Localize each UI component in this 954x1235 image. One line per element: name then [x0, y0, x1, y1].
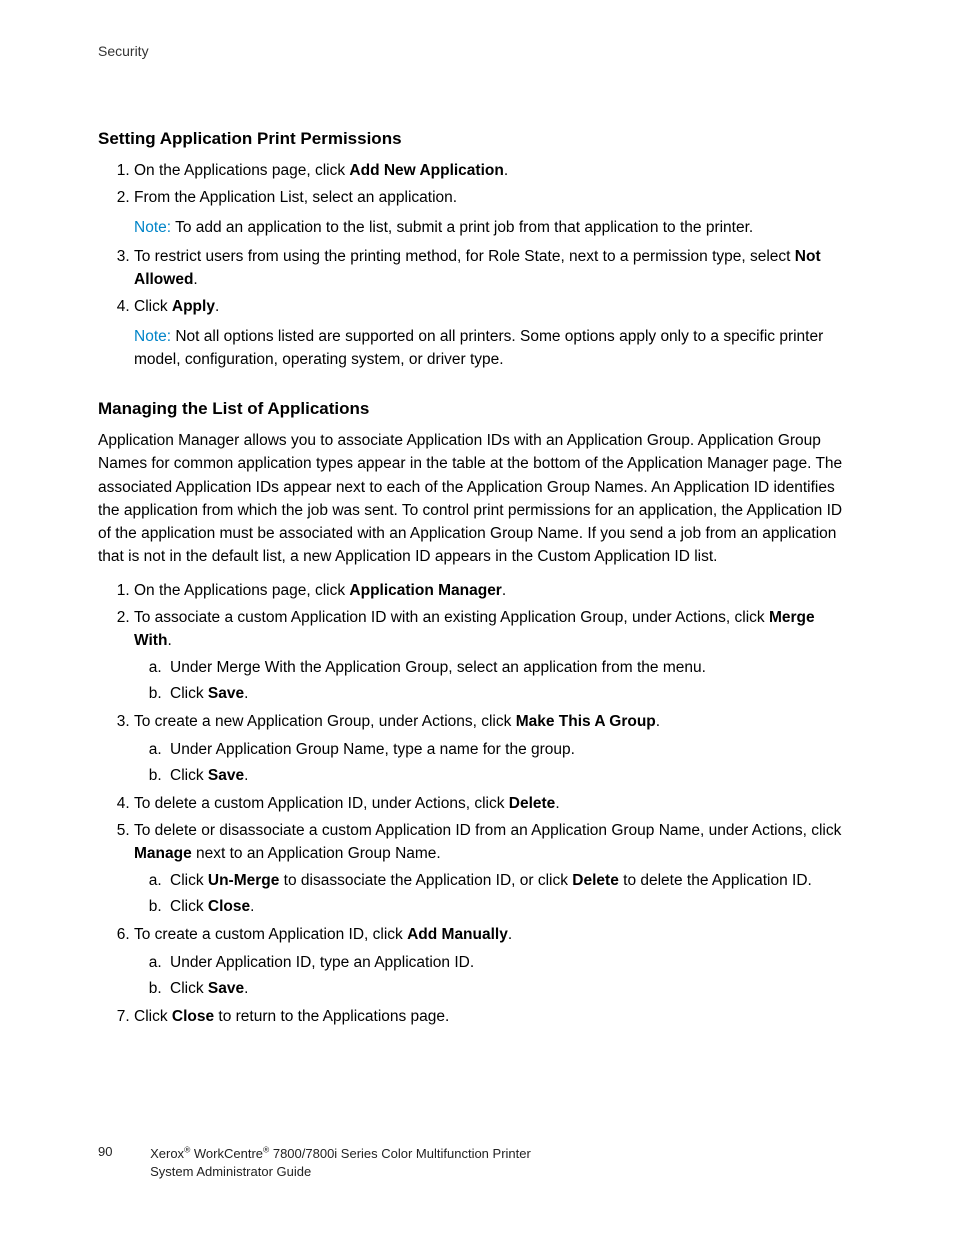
- bold-text: Un-Merge: [208, 872, 279, 889]
- note-text: Not all options listed are supported on …: [134, 328, 823, 368]
- text: To delete or disassociate a custom Appli…: [134, 822, 841, 839]
- note-label: Note:: [134, 328, 175, 345]
- bold-text: Save: [208, 980, 244, 997]
- text: To associate a custom Application ID wit…: [134, 609, 769, 626]
- sub-list: Under Application ID, type an Applicatio…: [134, 951, 856, 1001]
- text: .: [244, 767, 248, 784]
- footer-line2: System Administrator Guide: [150, 1164, 311, 1179]
- note-text: To add an application to the list, submi…: [175, 219, 753, 236]
- text: 7800/7800i Series Color Multifunction Pr…: [269, 1146, 531, 1161]
- note-block: Note: Not all options listed are support…: [134, 325, 856, 372]
- bold-text: Delete: [572, 872, 619, 889]
- text: Click: [170, 767, 208, 784]
- text: Under Merge With the Application Group, …: [170, 659, 706, 676]
- text: To delete a custom Application ID, under…: [134, 795, 509, 812]
- text: .: [504, 162, 508, 179]
- bold-text: Save: [208, 685, 244, 702]
- sub-list-item: Under Application ID, type an Applicatio…: [166, 951, 856, 975]
- sub-list-item: Click Save.: [166, 977, 856, 1001]
- bold-text: Close: [208, 898, 250, 915]
- text: .: [193, 271, 197, 288]
- bold-text: Add Manually: [407, 926, 508, 943]
- bold-text: Save: [208, 767, 244, 784]
- text: On the Applications page, click: [134, 582, 349, 599]
- bold-text: Application Manager: [349, 582, 501, 599]
- list-item: To create a custom Application ID, click…: [134, 923, 856, 1000]
- text: .: [250, 898, 254, 915]
- text: .: [167, 632, 171, 649]
- list-item: To restrict users from using the printin…: [134, 245, 856, 292]
- text: Xerox: [150, 1146, 184, 1161]
- text: Click: [170, 980, 208, 997]
- intro-paragraph: Application Manager allows you to associ…: [98, 429, 856, 569]
- text: Click: [134, 298, 172, 315]
- text: to disassociate the Application ID, or c…: [279, 872, 572, 889]
- list-item: To associate a custom Application ID wit…: [134, 606, 856, 707]
- text: next to an Application Group Name.: [192, 845, 441, 862]
- text: Under Application ID, type an Applicatio…: [170, 954, 474, 971]
- sub-list: Click Un-Merge to disassociate the Appli…: [134, 869, 856, 919]
- page-header: Security: [98, 43, 856, 59]
- sub-list-item: Under Merge With the Application Group, …: [166, 656, 856, 680]
- bold-text: Make This A Group: [516, 713, 656, 730]
- text: .: [508, 926, 512, 943]
- sub-list-item: Click Save.: [166, 682, 856, 706]
- sub-list-item: Click Close.: [166, 895, 856, 919]
- section-title-print-permissions: Setting Application Print Permissions: [98, 129, 856, 149]
- list-item: On the Applications page, click Add New …: [134, 159, 856, 182]
- sub-list-item: Under Application Group Name, type a nam…: [166, 738, 856, 762]
- text: To create a new Application Group, under…: [134, 713, 516, 730]
- text: To restrict users from using the printin…: [134, 248, 795, 265]
- sub-list-item: Click Save.: [166, 764, 856, 788]
- ordered-list: On the Applications page, click Add New …: [98, 159, 856, 371]
- list-item: From the Application List, select an app…: [134, 186, 856, 239]
- text: From the Application List, select an app…: [134, 189, 457, 206]
- sub-list-item: Click Un-Merge to disassociate the Appli…: [166, 869, 856, 893]
- sub-list: Under Merge With the Application Group, …: [134, 656, 856, 706]
- document-page: Security Setting Application Print Permi…: [0, 0, 954, 1235]
- section-title-managing-apps: Managing the List of Applications: [98, 399, 856, 419]
- bold-text: Add New Application: [349, 162, 503, 179]
- list-item: Click Close to return to the Application…: [134, 1005, 856, 1028]
- sub-list: Under Application Group Name, type a nam…: [134, 738, 856, 788]
- text: To create a custom Application ID, click: [134, 926, 407, 943]
- text: On the Applications page, click: [134, 162, 349, 179]
- text: to delete the Application ID.: [619, 872, 812, 889]
- text: Click: [170, 685, 208, 702]
- text: Click: [170, 872, 208, 889]
- list-item: Click Apply. Note: Not all options liste…: [134, 295, 856, 371]
- note-block: Note: To add an application to the list,…: [134, 216, 856, 239]
- list-item: To create a new Application Group, under…: [134, 710, 856, 787]
- page-footer: 90 Xerox® WorkCentre® 7800/7800i Series …: [98, 1144, 856, 1181]
- text: WorkCentre: [190, 1146, 263, 1161]
- text: .: [656, 713, 660, 730]
- text: Click: [170, 898, 208, 915]
- text: .: [244, 980, 248, 997]
- bold-text: Delete: [509, 795, 556, 812]
- ordered-list: On the Applications page, click Applicat…: [98, 579, 856, 1028]
- text: .: [215, 298, 219, 315]
- page-number: 90: [98, 1144, 112, 1159]
- list-item: On the Applications page, click Applicat…: [134, 579, 856, 602]
- bold-text: Manage: [134, 845, 192, 862]
- text: Click: [134, 1008, 172, 1025]
- text: Under Application Group Name, type a nam…: [170, 741, 575, 758]
- footer-line1: Xerox® WorkCentre® 7800/7800i Series Col…: [150, 1146, 531, 1161]
- list-item: To delete or disassociate a custom Appli…: [134, 819, 856, 920]
- bold-text: Apply: [172, 298, 215, 315]
- text: .: [502, 582, 506, 599]
- text: to return to the Applications page.: [214, 1008, 449, 1025]
- list-item: To delete a custom Application ID, under…: [134, 792, 856, 815]
- bold-text: Close: [172, 1008, 214, 1025]
- footer-text: Xerox® WorkCentre® 7800/7800i Series Col…: [150, 1144, 531, 1181]
- text: .: [244, 685, 248, 702]
- note-label: Note:: [134, 219, 175, 236]
- text: .: [555, 795, 559, 812]
